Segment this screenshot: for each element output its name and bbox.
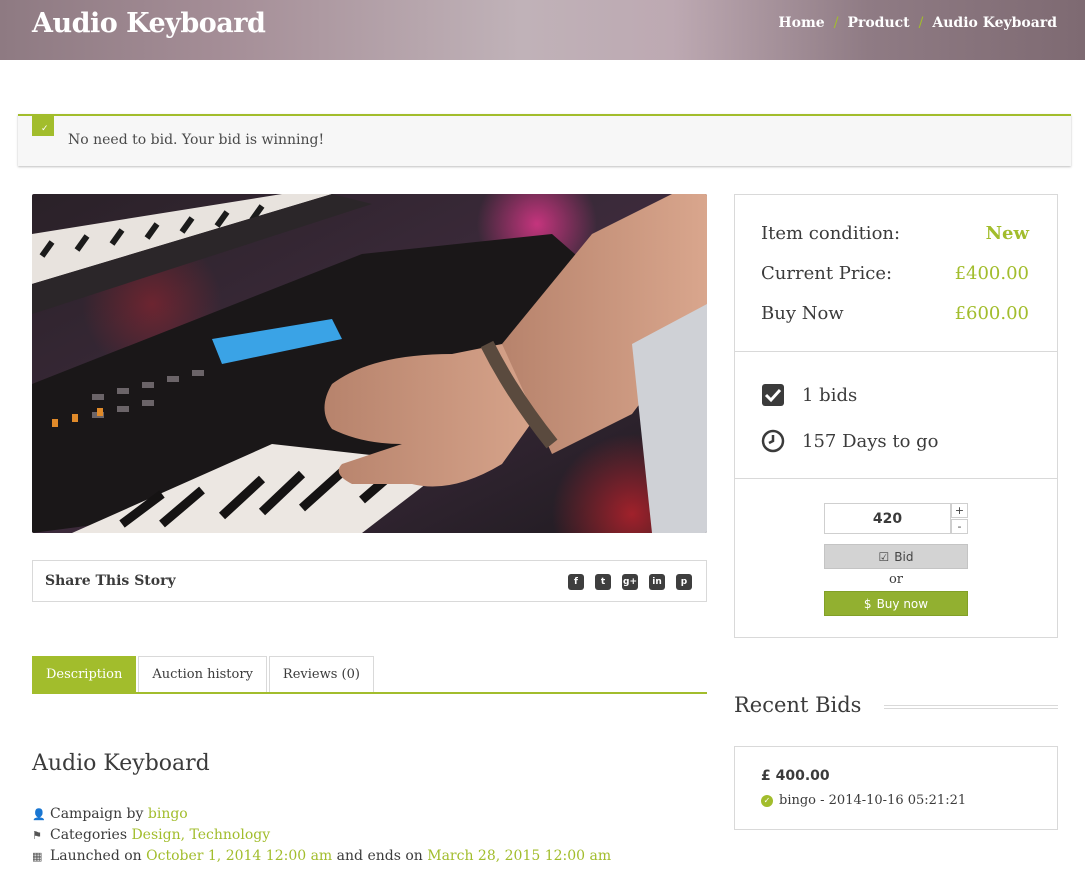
clock-icon: [761, 429, 785, 453]
dollar-icon: $: [863, 596, 872, 611]
campaign-line: 👤 Campaign by bingo: [32, 806, 188, 822]
increment-button[interactable]: +: [951, 503, 968, 518]
google-plus-icon[interactable]: g+: [622, 574, 638, 590]
buy-now-button-label: Buy now: [876, 596, 929, 611]
launched-date-link[interactable]: October 1, 2014 12:00 am: [146, 848, 332, 864]
recent-bids-title: Recent Bids: [734, 693, 862, 717]
campaign-prefix: Campaign by: [50, 806, 144, 822]
tab-auction-history[interactable]: Auction history: [138, 656, 267, 692]
condition-label: Item condition:: [761, 223, 901, 244]
buy-now-button[interactable]: $ Buy now: [824, 591, 968, 616]
buy-now-label: Buy Now: [761, 303, 844, 324]
checkbox-icon: [762, 384, 784, 406]
divider: [735, 478, 1057, 479]
page-header: Audio Keyboard Home / Product / Audio Ke…: [0, 0, 1085, 60]
description-title: Audio Keyboard: [32, 751, 210, 776]
page-title: Audio Keyboard: [32, 8, 266, 39]
calendar-icon: ▦: [32, 849, 43, 863]
categories-prefix: Categories: [50, 827, 127, 843]
check-square-icon: ☑: [878, 549, 890, 564]
recent-bid-entry: ✓ bingo - 2014-10-16 05:21:21: [761, 793, 966, 808]
recent-bid-item: £ 400.00 ✓ bingo - 2014-10-16 05:21:21: [734, 746, 1058, 830]
tab-description[interactable]: Description: [32, 656, 137, 692]
tab-reviews[interactable]: Reviews (0): [268, 656, 374, 692]
launched-prefix: Launched on: [50, 848, 142, 864]
notice-flag-icon: ✓: [32, 114, 54, 136]
title-rule: [884, 705, 1058, 709]
facebook-icon[interactable]: f: [568, 574, 584, 590]
bid-button[interactable]: ☑ Bid: [824, 544, 968, 569]
recent-bid-entry-text: bingo - 2014-10-16 05:21:21: [779, 793, 967, 808]
bids-count: 1 bids: [761, 383, 857, 407]
buy-now-value: £600.00: [954, 303, 1029, 324]
breadcrumb-separator: /: [833, 15, 839, 31]
decrement-button[interactable]: -: [951, 519, 968, 534]
recent-bid-amount: £ 400.00: [761, 768, 830, 784]
breadcrumb-home[interactable]: Home: [778, 15, 824, 31]
share-icons: f t g+ in p: [568, 574, 692, 590]
auction-box: Item condition: New Current Price: £400.…: [734, 194, 1058, 638]
bids-text: 1 bids: [802, 384, 858, 406]
condition-value: New: [985, 223, 1029, 244]
bid-button-label: Bid: [894, 549, 914, 564]
share-bar: Share This Story f t g+ in p: [32, 560, 707, 602]
ends-date-link[interactable]: March 28, 2015 12:00 am: [427, 848, 611, 864]
breadcrumb-product[interactable]: Product: [847, 15, 909, 31]
pinterest-icon[interactable]: p: [676, 574, 692, 590]
campaign-user-link[interactable]: bingo: [148, 806, 188, 822]
breadcrumb: Home / Product / Audio Keyboard: [778, 15, 1057, 31]
check-circle-icon: ✓: [761, 794, 773, 807]
divider: [735, 351, 1057, 352]
share-label: Share This Story: [45, 573, 176, 589]
flag-icon: ⚑: [32, 828, 42, 842]
categories-link[interactable]: Design, Technology: [131, 827, 270, 843]
user-icon: 👤: [32, 807, 46, 821]
bid-amount-input[interactable]: [824, 503, 951, 534]
categories-line: ⚑ Categories Design, Technology: [32, 827, 270, 843]
breadcrumb-separator: /: [918, 15, 924, 31]
notice-message: No need to bid. Your bid is winning!: [68, 132, 325, 148]
days-remaining: 157 Days to go: [761, 429, 939, 453]
linkedin-icon[interactable]: in: [649, 574, 665, 590]
launched-line: ▦ Launched on October 1, 2014 12:00 am a…: [32, 848, 611, 864]
bid-status-notice: ✓ No need to bid. Your bid is winning!: [18, 114, 1071, 166]
or-text: or: [888, 572, 904, 587]
ends-prefix: and ends on: [336, 848, 423, 864]
breadcrumb-current: Audio Keyboard: [932, 15, 1057, 31]
product-image: [32, 194, 707, 533]
twitter-icon[interactable]: t: [595, 574, 611, 590]
current-price-label: Current Price:: [761, 263, 893, 284]
product-tabs: Description Auction history Reviews (0): [32, 656, 707, 694]
days-text: 157 Days to go: [802, 430, 939, 452]
current-price-value: £400.00: [954, 263, 1029, 284]
